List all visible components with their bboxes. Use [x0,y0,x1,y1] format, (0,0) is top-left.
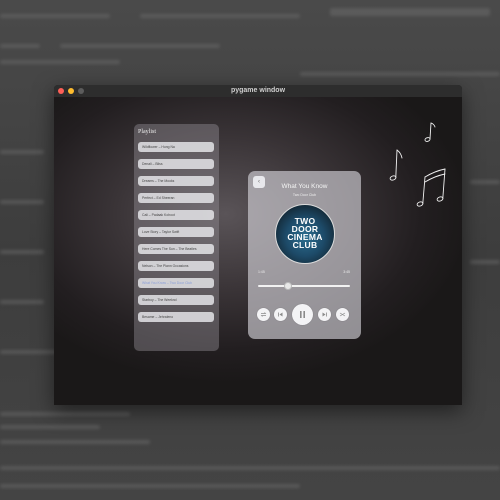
next-icon [322,312,327,317]
progress-track[interactable] [258,285,350,287]
music-notes-decoration [389,122,446,207]
playlist-item[interactable]: Wildflower – Hung Na [138,142,214,152]
bg-line [140,14,300,18]
playlist-item-label: Here Comes The Sun – The Beatles [142,247,197,251]
playlist-item[interactable]: Here Comes The Sun – The Beatles [138,244,214,254]
bg-line [0,14,110,18]
playlist-item[interactable]: Nelson – The Plann Occasions [138,261,214,271]
playlist-item-label: Wildflower – Hung Na [142,145,175,149]
playlist-item[interactable]: Dreams – The Mooks [138,176,214,186]
playlist-title: Playlist [138,129,157,135]
pause-icon [300,311,305,318]
bg-line [300,72,500,76]
playlist-item-label: Denali – Bliss [142,162,163,166]
song-title: What You Know [281,183,328,190]
bg-line [330,8,490,16]
bg-line [0,466,500,470]
album-cover-text: TWO DOOR CINEMA CLUB [287,216,323,250]
playlist-item[interactable]: Denali – Bliss [138,159,214,169]
bg-line [0,300,44,304]
bg-line [0,44,40,48]
bg-line [470,260,500,264]
bg-line [0,440,150,444]
bg-line [0,350,60,354]
playlist-item-label: Besame – Jehraleno [142,315,174,319]
playlist-item[interactable]: Perfect – Ed Sheeran [138,193,214,203]
bg-line [0,60,120,64]
playlist-item[interactable]: Love Story – Taylor Swift [138,227,214,237]
pygame-window: pygame window Playlist Wildflower – Hung… [54,85,462,405]
app-canvas: Playlist Wildflower – Hung Na Denali – B… [54,97,462,405]
previous-button[interactable] [274,308,287,321]
playlist-item[interactable]: Starboy – The Weeknd [138,295,214,305]
play-pause-button[interactable] [292,304,313,325]
progress-knob[interactable] [284,282,293,290]
playlist-item-label: Cali – Padaak Kohoot [142,213,175,217]
previous-icon [278,312,283,317]
bg-line [60,44,220,48]
bg-line [0,412,130,416]
shuffle-icon [339,312,346,317]
now-playing-card: ‹ What You Know Two Door Club TWO DOOR C… [248,171,361,339]
playlist-panel: Playlist Wildflower – Hung Na Denali – B… [134,124,219,351]
playlist-item-active[interactable]: What You Know – Two Door Club [138,278,214,288]
next-button[interactable] [318,308,331,321]
current-time: 1:45 [258,270,265,274]
repeat-icon [260,312,267,317]
window-title: pygame window [230,87,286,94]
playlist-item-label: What You Know – Two Door Club [142,281,193,285]
album-cover: TWO DOOR CINEMA CLUB [275,204,335,264]
bg-line [0,200,44,204]
bg-line [0,250,44,254]
bg-line [0,484,300,488]
playlist-item-label: Perfect – Ed Sheeran [142,196,175,200]
bg-line [470,180,500,184]
playlist-item[interactable]: Cali – Padaak Kohoot [138,210,214,220]
song-artist: Two Door Club [292,193,317,197]
playlist-item-label: Starboy – The Weeknd [142,298,177,302]
bg-line [0,150,44,154]
playlist-item[interactable]: Besame – Jehraleno [138,312,214,322]
total-time: 3:45 [343,270,350,274]
playlist-item-label: Love Story – Taylor Swift [142,230,180,234]
bg-line [0,425,100,429]
repeat-button[interactable] [257,308,270,321]
playlist-item-label: Dreams – The Mooks [142,179,175,183]
playlist-item-label: Nelson – The Plann Occasions [142,264,189,268]
shuffle-button[interactable] [336,308,349,321]
